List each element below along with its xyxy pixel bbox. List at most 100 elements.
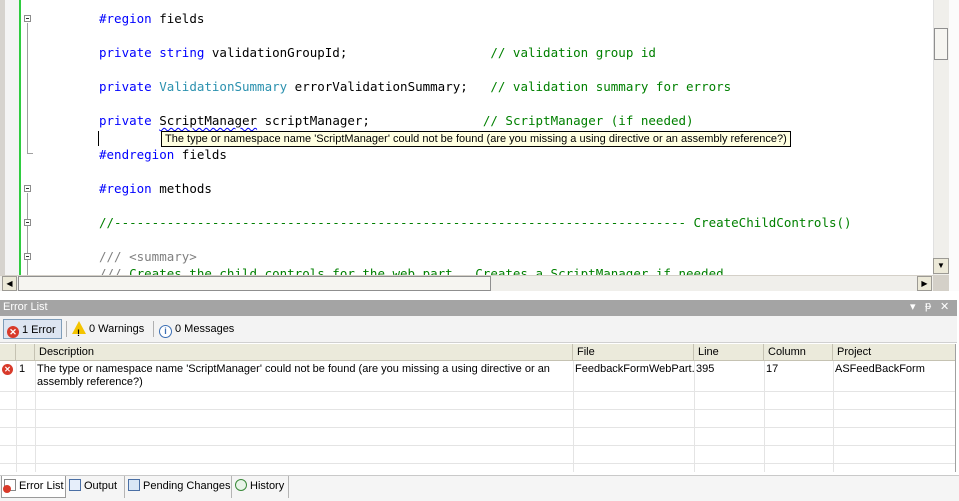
editor-gutter: [5, 0, 21, 275]
code-line[interactable]: /// <summary>: [99, 248, 197, 265]
code-token: // validation summary for errors: [490, 79, 732, 94]
pending-changes-icon: [128, 479, 140, 491]
panel-pin-icon[interactable]: ᵽ: [925, 300, 931, 312]
tool-window-tabs: Error List Output Pending Changes Histor…: [0, 475, 959, 501]
toolbar-separator: [66, 321, 67, 337]
header-description[interactable]: Description: [35, 344, 573, 361]
code-token: //--------------------------------------…: [99, 215, 852, 230]
vertical-scroll-thumb[interactable]: [934, 28, 948, 60]
code-line[interactable]: #region fields: [99, 10, 204, 27]
row-file: FeedbackFormWebPart.: [575, 363, 695, 375]
grid-line: [0, 427, 955, 428]
code-token: private: [99, 79, 152, 94]
code-token: validationGroupId;: [204, 45, 491, 60]
toolbar-separator: [153, 321, 154, 337]
outline-line: [27, 23, 28, 153]
code-line[interactable]: #endregion fields: [99, 146, 227, 163]
code-line[interactable]: private ValidationSummary errorValidatio…: [99, 78, 731, 95]
collapse-region-fields-icon[interactable]: [24, 15, 31, 22]
code-token: fields: [151, 11, 205, 26]
tab-pending-changes[interactable]: Pending Changes: [126, 476, 232, 498]
code-token: Creates the child controls for the web p…: [121, 266, 724, 275]
panel-close-icon[interactable]: ✕: [940, 300, 949, 313]
error-list-icon: [3, 479, 16, 493]
code-token: fields: [174, 147, 227, 162]
row-description: The type or namespace name 'ScriptManage…: [37, 363, 550, 388]
header-file[interactable]: File: [573, 344, 694, 361]
table-row[interactable]: ✕ 1 The type or namespace name 'ScriptMa…: [0, 361, 955, 391]
tab-label: Error List: [19, 480, 64, 492]
code-line[interactable]: private ScriptManager scriptManager; // …: [99, 112, 694, 129]
collapse-summary-icon[interactable]: [24, 253, 31, 260]
header-number-column[interactable]: [16, 344, 35, 361]
collapse-region-methods-icon[interactable]: [24, 185, 31, 192]
scroll-left-arrow-icon[interactable]: ◀: [2, 276, 17, 291]
editor-right-edge: [949, 0, 959, 291]
warnings-filter-button[interactable]: ! 0 Warnings: [69, 319, 149, 339]
code-token: string: [159, 45, 205, 60]
error-list-toolbar: ✕ 1 Error ! 0 Warnings i0 Messages: [0, 316, 957, 343]
code-token: #region: [99, 11, 152, 26]
messages-filter-label: 0 Messages: [175, 323, 235, 335]
error-squiggle-token: ScriptManager: [159, 113, 258, 128]
panel-title: Error List: [3, 301, 48, 313]
error-icon: ✕: [2, 364, 13, 375]
code-token: errorValidationSummary;: [287, 79, 491, 94]
code-line[interactable]: //--------------------------------------…: [99, 214, 852, 231]
grid-line: [0, 445, 955, 446]
row-column: 17: [766, 363, 779, 375]
panel-dropdown-icon[interactable]: ▾: [910, 300, 916, 313]
code-line[interactable]: #region methods: [99, 180, 212, 197]
code-token: private: [99, 113, 152, 128]
grid-line: [0, 463, 955, 464]
errors-filter-button[interactable]: ✕ 1 Error: [3, 319, 62, 339]
grid-line: [0, 409, 955, 410]
error-tooltip: The type or namespace name 'ScriptManage…: [161, 131, 791, 147]
history-icon: [235, 479, 247, 491]
row-number: 1: [19, 363, 26, 375]
code-token: private: [99, 45, 152, 60]
code-token: // validation group id: [490, 45, 656, 60]
tab-error-list[interactable]: Error List: [1, 476, 66, 498]
error-list-title-bar[interactable]: Error List ▾ ᵽ ✕: [0, 300, 957, 316]
code-token: ValidationSummary: [159, 79, 288, 94]
header-column[interactable]: Column: [764, 344, 833, 361]
row-line: 395: [696, 363, 715, 375]
code-token: #region: [99, 181, 152, 196]
tab-history[interactable]: History: [233, 476, 289, 498]
outline-line: [27, 193, 28, 275]
header-icon-column[interactable]: [0, 344, 16, 361]
outline-end: [27, 153, 33, 154]
tab-label: Pending Changes: [143, 480, 231, 492]
scroll-down-arrow-icon[interactable]: ▼: [933, 258, 949, 274]
error-icon: ✕: [7, 326, 19, 338]
header-project[interactable]: Project: [833, 344, 955, 361]
horizontal-scroll-thumb[interactable]: [18, 276, 491, 291]
tab-label: History: [250, 480, 285, 492]
code-token: ///: [99, 266, 122, 275]
info-icon: i: [159, 325, 172, 338]
code-token: scriptManager;: [257, 113, 483, 128]
code-token: methods: [151, 181, 212, 196]
code-token: #endregion: [99, 147, 175, 162]
code-line[interactable]: private string validationGroupId; // val…: [99, 44, 656, 61]
scroll-right-arrow-icon[interactable]: ▶: [917, 276, 932, 291]
code-token: // ScriptManager (if needed): [482, 113, 694, 128]
tab-label: Output: [84, 480, 118, 492]
warnings-filter-label: 0 Warnings: [89, 323, 145, 335]
grid-line: [0, 391, 955, 392]
messages-filter-button[interactable]: i0 Messages: [156, 319, 238, 339]
code-editor[interactable]: #region fields private string validationG…: [0, 0, 959, 291]
code-line[interactable]: /// Creates the child controls for the w…: [99, 265, 724, 275]
text-caret: [98, 131, 99, 146]
header-line[interactable]: Line: [694, 344, 764, 361]
collapse-comment-icon[interactable]: [24, 219, 31, 226]
error-list-grid[interactable]: Description File Line Column Project ✕ 1…: [0, 344, 956, 472]
tab-output[interactable]: Output: [67, 476, 125, 498]
output-icon: [69, 479, 81, 491]
scrollbar-corner: [933, 275, 949, 291]
code-token: /// <summary>: [99, 249, 197, 264]
warning-icon: !: [72, 321, 86, 338]
row-project: ASFeedBackForm: [835, 363, 925, 375]
errors-filter-label: 1 Error: [22, 324, 56, 336]
